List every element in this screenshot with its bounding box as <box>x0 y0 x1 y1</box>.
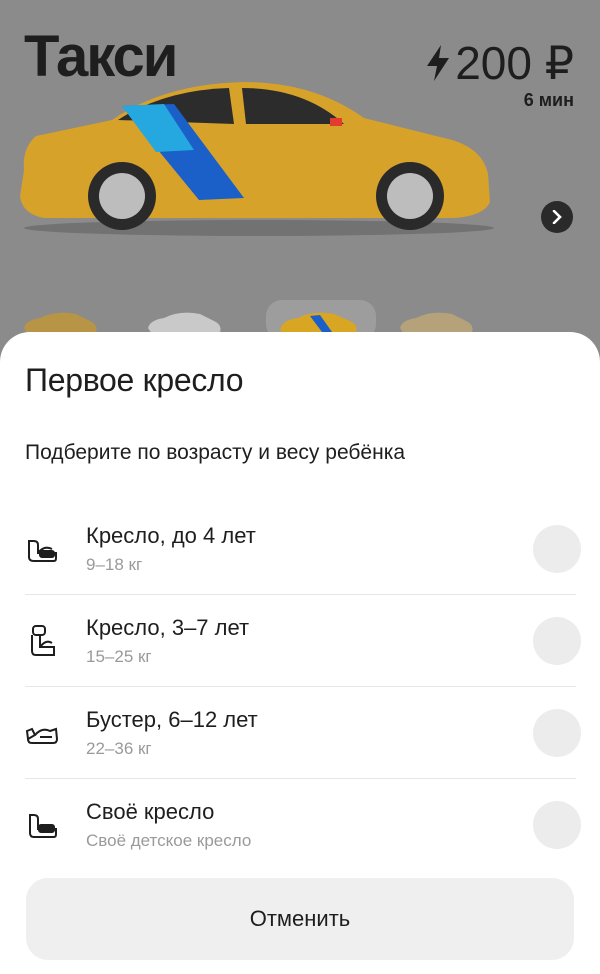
option-description: Своё детское кресло <box>86 831 252 850</box>
option-own-seat[interactable]: Своё кресло Своё детское кресло <box>0 779 600 871</box>
option-radio[interactable] <box>533 709 581 757</box>
own-seat-icon <box>29 814 57 838</box>
option-seat-3-to-7[interactable]: Кресло, 3–7 лет 15–25 кг <box>0 595 600 687</box>
option-booster-6-to-12[interactable]: Бустер, 6–12 лет 22–36 кг <box>0 687 600 779</box>
option-seat-up-to-4[interactable]: Кресло, до 4 лет 9–18 кг <box>0 503 600 595</box>
option-label: Кресло, до 4 лет <box>86 523 256 548</box>
child-seat-icon <box>31 625 55 656</box>
cancel-button[interactable]: Отменить <box>26 878 574 960</box>
taxi-car-image <box>20 82 494 236</box>
option-radio[interactable] <box>533 801 581 849</box>
option-weight: 9–18 кг <box>86 555 143 574</box>
lightning-icon <box>427 45 450 81</box>
sheet-subtitle: Подберите по возрасту и весу ребёнка <box>25 441 406 464</box>
option-label: Своё кресло <box>86 799 215 824</box>
sheet-title: Первое кресло <box>25 362 244 398</box>
option-radio[interactable] <box>533 525 581 573</box>
option-label: Кресло, 3–7 лет <box>86 615 250 640</box>
booster-seat-icon <box>25 727 59 744</box>
option-weight: 22–36 кг <box>86 739 152 758</box>
chevron-right-icon <box>552 210 562 224</box>
child-seat-sheet: Первое кресло Подберите по возрасту и ве… <box>0 332 600 974</box>
next-tariff-button[interactable] <box>541 201 573 233</box>
tariff-header: Такси 200 ₽ 6 мин <box>0 0 600 380</box>
child-seat-icon <box>28 540 57 562</box>
option-radio[interactable] <box>533 617 581 665</box>
option-weight: 15–25 кг <box>86 647 152 666</box>
option-label: Бустер, 6–12 лет <box>86 707 258 732</box>
